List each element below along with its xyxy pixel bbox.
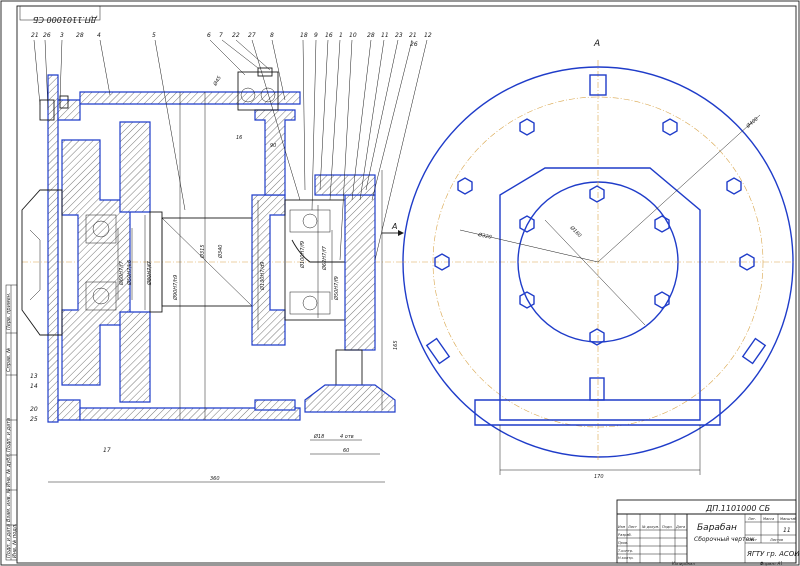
svg-text:Ø50H7/f9: Ø50H7/f9 [333, 276, 340, 301]
svg-text:170: 170 [594, 474, 604, 480]
svg-text:Ø130H7/d9: Ø130H7/d9 [259, 262, 266, 291]
drawing-title: Барабан [697, 523, 737, 533]
dimension-texts: Ø45 16 90 Ø315 Ø340 Ø50H7/k6 Ø60H7/f7 Ø8… [118, 75, 760, 482]
drawing-code: ДП.1101000 СБ [705, 504, 771, 513]
format-label: Формат А1 [760, 561, 783, 566]
svg-text:Ø90H7/h9: Ø90H7/h9 [172, 275, 179, 301]
drum-shell-top [79, 91, 301, 105]
title-block: ДП.1101000 СБ Барабан Сборочный чертеж Я… [616, 499, 800, 566]
svg-text:Ø45: Ø45 [211, 75, 223, 88]
svg-text:14: 14 [30, 383, 38, 390]
svg-text:Ø50H7/k6: Ø50H7/k6 [126, 260, 133, 286]
strip-text-1: Перв. примен. [6, 292, 12, 330]
view-label: A [593, 39, 600, 49]
right-hub [251, 194, 286, 346]
svg-text:16: 16 [236, 135, 242, 141]
svg-text:Подп.: Подп. [662, 525, 673, 529]
svg-text:Лит.: Лит. [747, 517, 756, 521]
svg-text:7: 7 [219, 32, 223, 39]
svg-text:Масштаб: Масштаб [780, 517, 797, 521]
svg-text:Дата: Дата [675, 525, 685, 529]
svg-text:Ø62H7/f7: Ø62H7/f7 [321, 245, 328, 271]
left-strip: Перв. примен. Справ. № Подп. и дата Инв.… [5, 284, 18, 561]
svg-text:Лист: Лист [747, 538, 758, 542]
svg-text:16: 16 [325, 32, 333, 39]
code-rotated-text: ДП.1101000 СБ [32, 15, 98, 24]
strip-text-3: Подп. и дата [6, 418, 12, 452]
svg-text:10: 10 [349, 32, 357, 39]
strip-text-4: Инв. № дубл. [6, 453, 12, 487]
svg-text:Листов: Листов [769, 538, 783, 542]
svg-text:23: 23 [395, 32, 403, 39]
svg-text:360: 360 [210, 476, 220, 482]
svg-text:17: 17 [103, 447, 111, 454]
svg-text:21: 21 [409, 32, 417, 39]
svg-text:26: 26 [43, 32, 51, 39]
svg-text:28: 28 [367, 32, 375, 39]
svg-text:165: 165 [393, 340, 399, 350]
svg-text:3: 3 [60, 32, 64, 39]
svg-text:60: 60 [343, 448, 349, 454]
svg-text:6: 6 [207, 32, 211, 39]
svg-text:Ø160: Ø160 [568, 224, 583, 239]
svg-text:13: 13 [30, 373, 38, 380]
svg-text:27: 27 [248, 32, 256, 39]
view-a: A [400, 39, 795, 475]
svg-text:№ докум.: № докум. [641, 525, 659, 529]
callouts-top: 21 26 3 4 5 6 7 22 27 8 18 9 16 1 10 28 … [31, 32, 432, 48]
svg-text:20: 20 [30, 406, 38, 413]
sheet-count: 11 [783, 527, 791, 534]
drawing-frame [16, 5, 797, 564]
end-cap-right [344, 194, 376, 351]
code-box-rotated: ДП.1101000 СБ [19, 5, 101, 24]
svg-text:Ø340: Ø340 [217, 245, 224, 259]
svg-text:9: 9 [314, 32, 318, 39]
svg-text:1: 1 [339, 32, 343, 39]
svg-text:28: 28 [76, 32, 84, 39]
end-flange [47, 74, 59, 423]
copy-label: Копировал [672, 561, 695, 566]
svg-text:90: 90 [270, 143, 276, 149]
svg-text:5: 5 [152, 32, 156, 39]
bearing-housing [284, 199, 346, 321]
svg-text:22: 22 [232, 32, 240, 39]
svg-text:Ø320: Ø320 [477, 231, 493, 241]
strip-text-7: Инв. № подл. [12, 524, 18, 559]
assembly-drawing: Перв. примен. Справ. № Подп. и дата Инв.… [0, 0, 800, 566]
svg-text:Разраб.: Разраб. [618, 533, 632, 537]
section-view: A [21, 39, 428, 483]
svg-text:Лист: Лист [627, 525, 638, 529]
svg-text:25: 25 [30, 416, 38, 423]
svg-text:26: 26 [410, 41, 418, 48]
organization: ЯГТУ гр. АСОИ-57 [746, 550, 800, 558]
svg-text:4 отв: 4 отв [340, 434, 354, 440]
strip-text-2: Справ. № [6, 348, 12, 372]
svg-text:Т.контр.: Т.контр. [618, 549, 633, 553]
section-arrow-label: A [391, 222, 397, 231]
svg-text:Масса: Масса [763, 517, 774, 521]
drawing-subtitle: Сборочный чертеж [694, 536, 755, 543]
svg-text:21: 21 [31, 32, 39, 39]
support-foot [304, 384, 396, 413]
svg-text:Ø18: Ø18 [313, 433, 324, 440]
svg-text:Пров.: Пров. [618, 541, 628, 545]
svg-text:12: 12 [424, 32, 432, 39]
svg-text:4: 4 [97, 32, 101, 39]
svg-text:8: 8 [270, 32, 274, 39]
strip-text-5: Взам. инв. № [6, 488, 12, 522]
svg-text:Н.контр.: Н.контр. [618, 556, 634, 560]
svg-text:11: 11 [381, 32, 389, 39]
svg-text:18: 18 [300, 32, 308, 39]
svg-text:Ø100H7/f9: Ø100H7/f9 [299, 241, 306, 269]
svg-text:Изм: Изм [618, 525, 625, 529]
svg-text:Ø80H7/f7: Ø80H7/f7 [146, 260, 153, 286]
svg-text:Ø315: Ø315 [199, 245, 206, 259]
svg-text:Ø60H7/f7: Ø60H7/f7 [118, 260, 125, 286]
